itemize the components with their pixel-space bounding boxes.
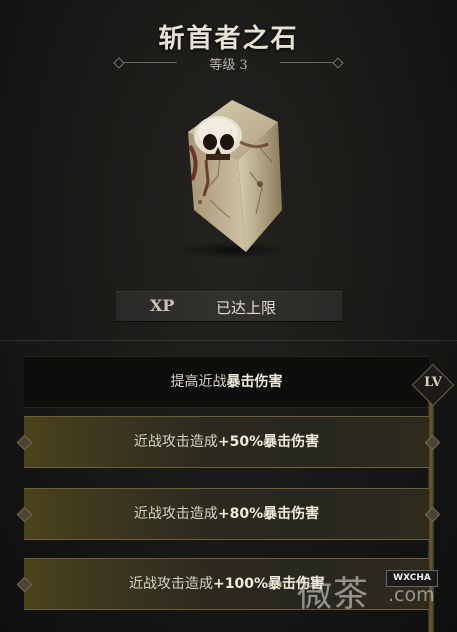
skull-stone-icon: [160, 92, 300, 262]
upgrade-highlight: 暴击伤害: [263, 506, 320, 522]
upgrade-row-2: 近战攻击造成+80%暴击伤害: [24, 488, 429, 540]
item-panel: 斩首者之石 等级 3 XP 已达上限 提高近战暴击伤害 LV 近战攻击造成+50…: [0, 0, 457, 632]
upgrade-amount: +50%: [217, 434, 264, 450]
upgrade-row-1: 近战攻击造成+50%暴击伤害: [24, 416, 429, 468]
upgrade-prefix: 近战攻击造成: [133, 434, 218, 450]
header-highlight: 暴击伤害: [226, 374, 283, 390]
divider-line: [280, 62, 334, 63]
item-title: 斩首者之石: [158, 24, 299, 54]
level-value: 3: [239, 58, 248, 73]
header-prefix: 提高近战: [170, 374, 227, 390]
xp-bar: XP 已达上限: [116, 291, 342, 322]
upgrade-highlight: 暴击伤害: [263, 434, 320, 450]
lv-badge-label: LV: [424, 375, 442, 390]
upgrade-amount: +80%: [217, 506, 264, 522]
section-divider: [0, 340, 457, 341]
level-label: 等级: [209, 58, 236, 73]
upgrade-amount: +100%: [213, 576, 268, 592]
watermark-badge: WXCHA: [386, 570, 438, 587]
upgrade-header-text: 提高近战暴击伤害: [24, 357, 429, 407]
xp-label: XP: [150, 296, 175, 315]
upgrade-header-row: 提高近战暴击伤害: [24, 356, 429, 408]
upgrade-text: 近战攻击造成+50%暴击伤害: [24, 417, 429, 467]
watermark-domain: .com: [388, 584, 435, 606]
watermark-logo: 微茶: [297, 575, 370, 615]
level-row: 等级 3: [113, 54, 344, 73]
upgrade-prefix: 近战攻击造成: [129, 576, 213, 592]
level-display: 等级 3: [115, 54, 342, 73]
upgrade-prefix: 近战攻击造成: [133, 506, 218, 522]
xp-status: 已达上限: [216, 299, 277, 317]
upgrade-text: 近战攻击造成+80%暴击伤害: [24, 489, 429, 539]
